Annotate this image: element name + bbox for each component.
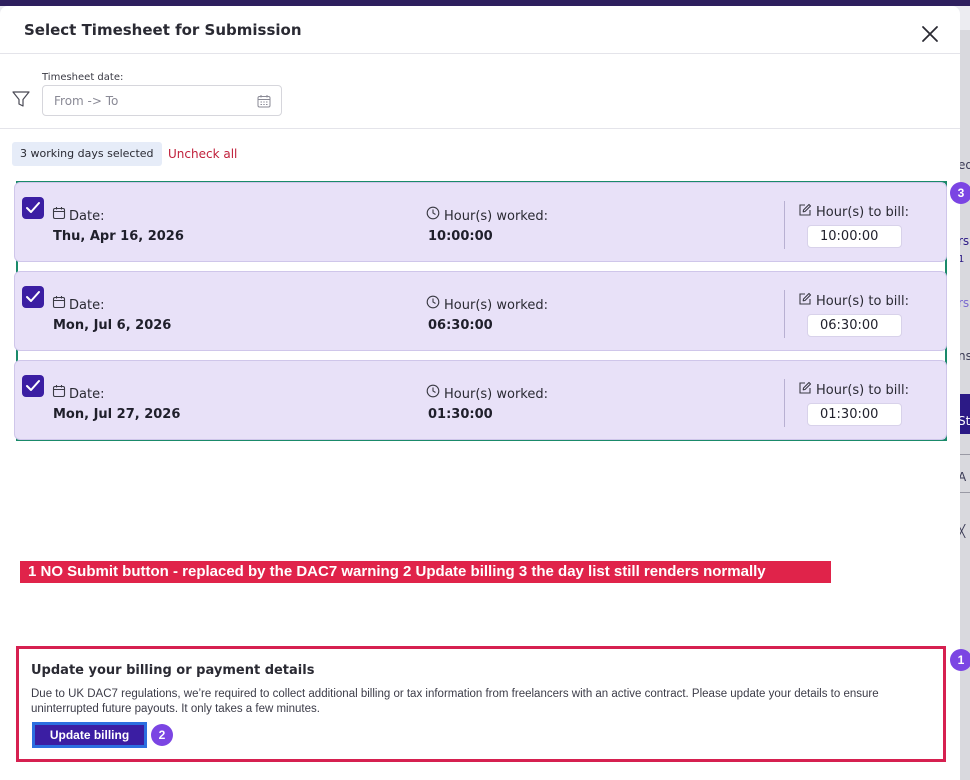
calendar-icon [52,207,66,220]
clock-icon [426,295,440,309]
clock-icon [426,384,440,398]
close-button[interactable] [918,22,942,46]
date-value: Thu, Apr 16, 2026 [53,229,184,244]
hours-to-bill-label: Hour(s) to bill: [816,294,910,309]
update-billing-button[interactable]: Update billing [32,722,147,748]
notice-body: Due to UK DAC7 regulations, we’re requir… [31,688,879,715]
modal-title: Select Timesheet for Submission [24,21,302,39]
date-value: Mon, Jul 27, 2026 [53,407,181,422]
day-list: Date: Thu, Apr 16, 2026 Hour(s) worked: … [14,181,947,441]
hours-worked-label: Hour(s) worked: [444,298,548,313]
annotation-marker-2: 2 [151,724,173,746]
edit-icon [799,292,812,305]
annotation-caption: 1 NO Submit button - replaced by the DAC… [20,561,831,583]
card-divider [784,379,785,427]
timesheet-date-label: Timesheet date: [42,72,124,83]
card-divider [784,290,785,338]
day-checkbox[interactable] [22,286,44,308]
hours-worked-label: Hour(s) worked: [444,387,548,402]
date-range-input[interactable]: From -> To [42,85,282,116]
hours-to-bill-input[interactable]: 10:00:00 [807,225,902,248]
day-card: Date: Thu, Apr 16, 2026 Hour(s) worked: … [14,182,947,262]
hours-worked-value: 01:30:00 [428,407,493,422]
date-value: Mon, Jul 6, 2026 [53,318,172,333]
background-divider [960,492,970,493]
edit-icon [799,381,812,394]
annotation-marker-3: 3 [950,182,970,204]
annotation-marker-1: 1 [950,649,970,671]
billing-notice: Update your billing or payment details D… [16,646,946,762]
hours-worked-label: Hour(s) worked: [444,209,548,224]
hours-worked-value: 06:30:00 [428,318,493,333]
hours-to-bill-label: Hour(s) to bill: [816,205,910,220]
date-label: Date: [69,298,105,313]
calendar-icon[interactable] [257,94,271,108]
day-checkbox[interactable] [22,375,44,397]
uncheck-all-link[interactable]: Uncheck all [168,147,237,161]
calendar-icon [52,385,66,398]
timesheet-modal: Select Timesheet for Submission Timeshee… [0,6,960,780]
card-divider [784,201,785,249]
date-range-placeholder: From -> To [54,94,119,108]
edit-icon [799,203,812,216]
hours-to-bill-input[interactable]: 06:30:00 [807,314,902,337]
checkmark-icon [26,291,40,302]
checkmark-icon [26,380,40,391]
modal-header: Select Timesheet for Submission [0,6,960,54]
checkmark-icon [26,202,40,213]
hours-worked-value: 10:00:00 [428,229,493,244]
date-label: Date: [69,209,105,224]
filter-bar: Timesheet date: From -> To [0,54,960,129]
day-checkbox[interactable] [22,197,44,219]
filter-icon[interactable] [12,90,30,108]
day-card: Date: Mon, Jul 27, 2026 Hour(s) worked: … [14,360,947,440]
clock-icon [426,206,440,220]
date-label: Date: [69,387,105,402]
hours-to-bill-input[interactable]: 01:30:00 [807,403,902,426]
close-icon [922,26,938,42]
calendar-icon [52,296,66,309]
notice-title: Update your billing or payment details [31,663,315,678]
background-divider [960,454,970,455]
selected-days-badge: 3 working days selected [12,142,162,166]
day-card: Date: Mon, Jul 6, 2026 Hour(s) worked: 0… [14,271,947,351]
hours-to-bill-label: Hour(s) to bill: [816,383,910,398]
